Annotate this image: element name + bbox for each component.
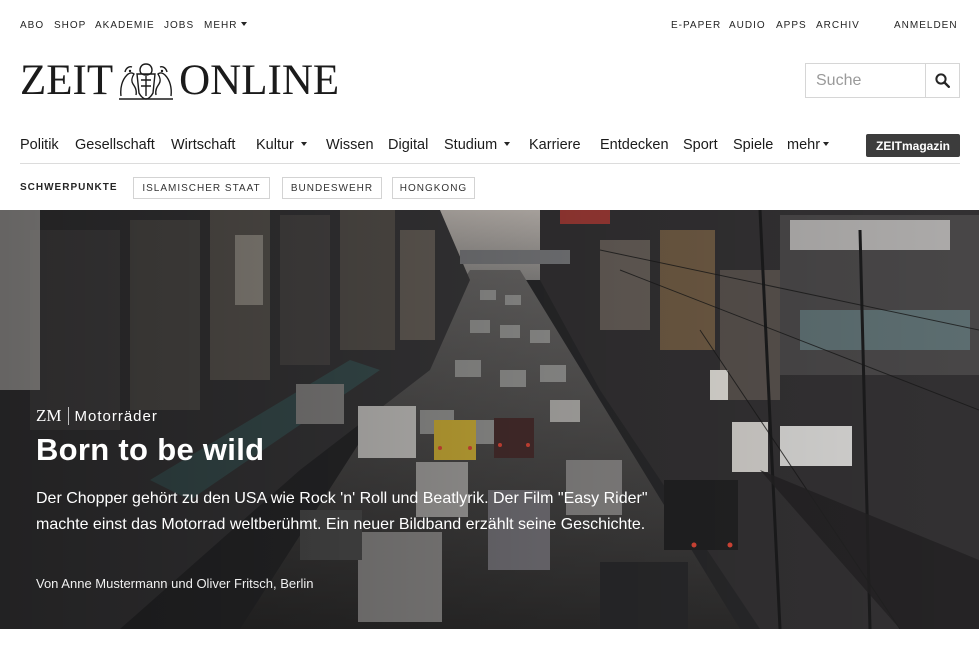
topbar-link-audio[interactable]: AUDIO [729, 20, 766, 31]
nav-item-studium-label: Studium [444, 137, 498, 153]
topbar-link-jobs[interactable]: JOBS [164, 20, 194, 31]
nav-item-wirtschaft[interactable]: Wirtschaft [171, 137, 235, 153]
topic-chip-islamischer-staat[interactable]: ISLAMISCHER STAAT [133, 177, 270, 199]
nav-item-kultur-label: Kultur [256, 137, 294, 153]
hero-teaser[interactable]: ZM Motorräder Born to be wild Der Choppe… [0, 210, 979, 629]
zeitmagazin-logo: ZM [36, 407, 69, 425]
chevron-down-icon [504, 142, 511, 147]
search-input[interactable] [806, 64, 925, 97]
site-logo[interactable]: ZEIT ONLINE [20, 57, 340, 104]
nav-item-studium[interactable]: Studium [444, 137, 511, 153]
nav-item-kultur[interactable]: Kultur [256, 137, 307, 153]
nav-item-politik[interactable]: Politik [20, 137, 59, 153]
topbar-link-abo[interactable]: ABO [20, 20, 44, 31]
nav-item-entdecken[interactable]: Entdecken [600, 137, 669, 153]
logo-word-zeit: ZEIT [20, 57, 114, 104]
topbar-link-archiv[interactable]: ARCHIV [816, 20, 860, 31]
main-navigation: Politik Gesellschaft Wirtschaft Kultur W… [20, 130, 960, 164]
chevron-down-icon [823, 142, 830, 147]
topbar-link-epaper[interactable]: E-PAPER [671, 20, 721, 31]
search-button[interactable] [925, 64, 959, 97]
topic-chip-bundeswehr[interactable]: BUNDESWEHR [282, 177, 382, 199]
topbar-link-mehr[interactable]: MEHR [204, 20, 248, 31]
login-link[interactable]: ANMELDEN [894, 20, 958, 31]
topbar-link-shop[interactable]: SHOP [54, 20, 86, 31]
topbar-mehr-label: MEHR [204, 20, 238, 31]
zeitmagazin-button[interactable]: ZEITmagazin [866, 134, 960, 157]
focus-topics-label: SCHWERPUNKTE [20, 182, 118, 193]
nav-item-sport[interactable]: Sport [683, 137, 718, 153]
chevron-down-icon [241, 22, 248, 27]
topbar-link-apps[interactable]: APPS [776, 20, 807, 31]
search-icon [935, 73, 950, 88]
top-utility-bar: ABO SHOP AKADEMIE JOBS MEHR E-PAPER AUDI… [0, 0, 979, 50]
nav-item-wissen[interactable]: Wissen [326, 137, 374, 153]
teaser-summary: Der Chopper gehört zu den USA wie Rock '… [36, 490, 648, 533]
coat-of-arms-icon [119, 63, 174, 100]
chevron-down-icon [300, 142, 307, 147]
teaser-headline: Born to be wild [36, 432, 265, 467]
topic-chip-hongkong[interactable]: HONGKONG [392, 177, 475, 199]
logo-word-online: ONLINE [179, 57, 340, 104]
nav-item-mehr-label: mehr [787, 137, 821, 153]
nav-item-karriere[interactable]: Karriere [529, 137, 581, 153]
nav-item-digital[interactable]: Digital [388, 137, 428, 153]
search-box [805, 63, 960, 98]
nav-item-spiele[interactable]: Spiele [733, 137, 773, 153]
teaser-byline: Von Anne Mustermann und Oliver Fritsch, … [36, 576, 314, 591]
nav-item-gesellschaft[interactable]: Gesellschaft [75, 137, 155, 153]
topbar-link-akademie[interactable]: AKADEMIE [95, 20, 155, 31]
teaser-kicker-label: Motorräder [74, 407, 158, 425]
nav-item-mehr[interactable]: mehr [787, 137, 830, 153]
teaser-kicker: ZM Motorräder [36, 405, 158, 427]
